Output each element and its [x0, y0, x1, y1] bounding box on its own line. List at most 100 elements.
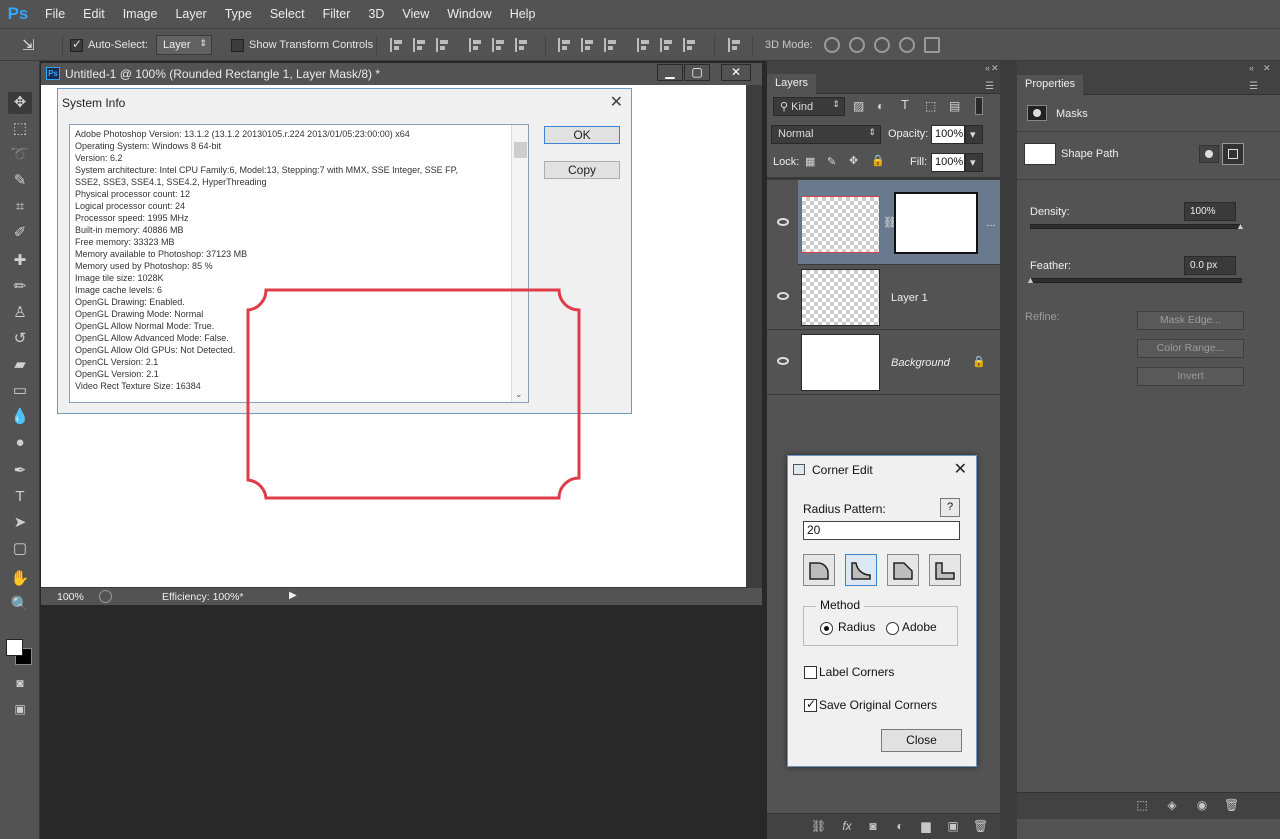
document-canvas[interactable]: System Info ✕ Adobe Photoshop Version: 1…	[41, 85, 746, 587]
align-vcenter-icon[interactable]	[413, 38, 427, 52]
canvas-scrollbar[interactable]	[746, 85, 762, 587]
status-menu-arrow-icon[interactable]: ▶	[289, 590, 297, 601]
lock-icon[interactable]: 🔒	[972, 355, 986, 368]
pixel-mask-button[interactable]	[1199, 145, 1219, 163]
apply-mask-icon[interactable]: ◈	[1165, 799, 1179, 812]
3d-roll-icon[interactable]	[849, 37, 865, 53]
corner-chamfer-button[interactable]	[887, 554, 919, 586]
layer-row-rounded-rectangle[interactable]: ⛓ …	[767, 180, 1000, 265]
collapse-icon[interactable]: «	[1249, 63, 1254, 73]
align-right-icon[interactable]	[515, 38, 529, 52]
healing-brush-tool-icon[interactable]: ✚	[8, 250, 32, 272]
path-select-tool-icon[interactable]: ➤	[8, 512, 32, 534]
screen-mode-icon[interactable]: ▣	[8, 698, 32, 720]
align-top-icon[interactable]	[390, 38, 404, 52]
filter-shape-icon[interactable]: ⬚	[925, 99, 936, 113]
gradient-tool-icon[interactable]: ▭	[8, 380, 32, 402]
menu-layer[interactable]: Layer	[166, 0, 215, 28]
vector-mask-button[interactable]	[1222, 143, 1244, 165]
auto-select-checkbox[interactable]	[70, 37, 83, 52]
label-corners-checkbox[interactable]	[804, 666, 817, 679]
crop-tool-icon[interactable]: ⌗	[8, 196, 32, 218]
distribute-hcenter-icon[interactable]	[660, 38, 674, 52]
close-document-button[interactable]: ✕	[721, 64, 751, 81]
density-slider-handle[interactable]: ▲	[1236, 221, 1245, 231]
feather-slider-handle[interactable]: ▲	[1026, 275, 1035, 285]
feather-slider[interactable]	[1030, 278, 1242, 283]
help-button[interactable]: ?	[940, 498, 960, 517]
layer-row-background[interactable]: Background 🔒	[767, 330, 1000, 395]
3d-rotate-icon[interactable]	[824, 37, 840, 53]
lock-pixels-icon[interactable]: ✎	[827, 155, 836, 168]
filter-kind-dropdown[interactable]: ⚲ Kind ⇕	[773, 97, 845, 116]
panel-close-icon[interactable]: ✕	[1263, 63, 1271, 74]
mask-edge-button[interactable]: Mask Edge...	[1137, 311, 1244, 330]
visibility-eye-icon[interactable]: ◉	[1195, 799, 1209, 812]
fx-icon[interactable]: fx	[840, 820, 854, 833]
zoom-tool-icon[interactable]: 🔍	[8, 594, 32, 616]
close-button[interactable]: Close	[881, 729, 962, 752]
quick-select-tool-icon[interactable]: ✎	[8, 170, 32, 192]
menu-view[interactable]: View	[393, 0, 438, 28]
feather-input[interactable]: 0.0 px	[1184, 256, 1236, 275]
lock-position-icon[interactable]: ✥	[849, 154, 858, 167]
document-tab[interactable]: Ps Untitled-1 @ 100% (Rounded Rectangle …	[41, 63, 762, 85]
density-input[interactable]: 100%	[1184, 202, 1236, 221]
new-layer-icon[interactable]: ▣	[946, 820, 960, 833]
visibility-eye-icon[interactable]	[777, 218, 789, 226]
layer-mask-thumbnail[interactable]	[894, 192, 978, 254]
menu-select[interactable]: Select	[261, 0, 314, 28]
collapse-icon[interactable]: «	[985, 63, 990, 73]
auto-align-icon[interactable]	[728, 38, 742, 52]
save-original-checkbox[interactable]	[804, 697, 817, 712]
history-brush-tool-icon[interactable]: ↺	[8, 328, 32, 350]
link-layers-icon[interactable]: ⛓	[811, 820, 826, 833]
marquee-tool-icon[interactable]: ⬚	[8, 118, 32, 140]
filter-adjustment-icon[interactable]: ◐	[877, 99, 884, 113]
eraser-tool-icon[interactable]: ▰	[8, 354, 32, 376]
distribute-left-icon[interactable]	[637, 38, 651, 52]
close-icon[interactable]: ✕	[954, 459, 967, 479]
adobe-radio[interactable]	[886, 622, 899, 635]
foreground-color-swatch[interactable]	[6, 639, 23, 656]
menu-type[interactable]: Type	[216, 0, 261, 28]
distribute-bottom-icon[interactable]	[604, 38, 618, 52]
menu-help[interactable]: Help	[501, 0, 545, 28]
eyedropper-tool-icon[interactable]: ✐	[8, 222, 32, 244]
lock-all-icon[interactable]: 🔒	[871, 154, 885, 167]
align-bottom-icon[interactable]	[436, 38, 450, 52]
filter-smart-object-icon[interactable]: ▤	[949, 99, 960, 113]
distribute-vcenter-icon[interactable]	[581, 38, 595, 52]
radius-pattern-input[interactable]: 20	[803, 521, 960, 540]
maximize-button[interactable]: ▢	[684, 64, 710, 81]
density-slider[interactable]	[1030, 224, 1242, 229]
color-range-button[interactable]: Color Range...	[1137, 339, 1244, 358]
corner-notch-button[interactable]	[929, 554, 961, 586]
rounded-rectangle-shape[interactable]	[246, 288, 581, 501]
auto-select-dropdown[interactable]: Layer ⇕	[156, 35, 212, 55]
quick-mask-icon[interactable]: ◙	[8, 672, 32, 694]
group-folder-icon[interactable]: ▆	[919, 820, 933, 833]
filter-pixel-icon[interactable]: ▨	[853, 99, 864, 113]
opacity-input[interactable]: 100%	[931, 125, 965, 144]
pen-tool-icon[interactable]: ✒	[8, 460, 32, 482]
add-mask-icon[interactable]: ◙	[866, 820, 880, 833]
menu-edit[interactable]: Edit	[74, 0, 114, 28]
3d-scale-icon[interactable]	[924, 37, 940, 53]
menu-3d[interactable]: 3D	[359, 0, 393, 28]
visibility-eye-icon[interactable]	[777, 292, 789, 300]
load-selection-icon[interactable]: ⬚	[1135, 799, 1149, 812]
menu-file[interactable]: File	[36, 0, 74, 28]
corner-round-button[interactable]	[803, 554, 835, 586]
menu-filter[interactable]: Filter	[314, 0, 360, 28]
tab-properties[interactable]: Properties	[1017, 75, 1084, 95]
type-tool-icon[interactable]: T	[8, 486, 32, 508]
3d-slide-icon[interactable]	[899, 37, 915, 53]
3d-pan-icon[interactable]	[874, 37, 890, 53]
move-tool-icon[interactable]: ✥	[8, 92, 32, 114]
filter-type-icon[interactable]: T	[901, 97, 909, 112]
panel-menu-icon[interactable]: ☰	[1249, 81, 1258, 92]
trash-icon[interactable]: 🗑	[973, 820, 988, 833]
fill-dropdown-arrow[interactable]: ▾	[965, 153, 983, 172]
brush-tool-icon[interactable]: ✏	[8, 276, 32, 298]
